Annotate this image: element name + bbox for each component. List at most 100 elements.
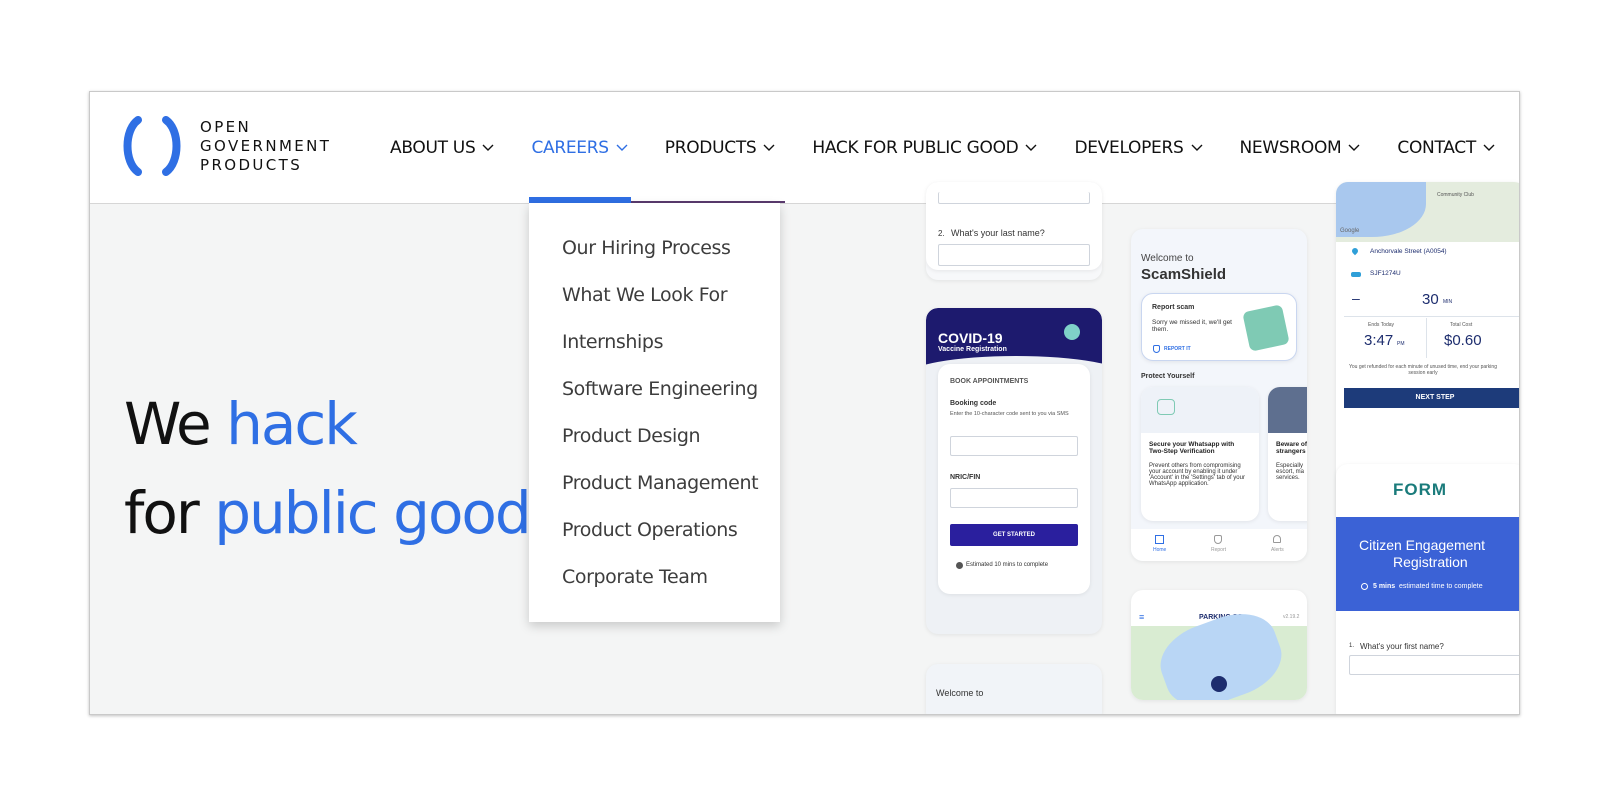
welcome-text: Welcome to — [936, 688, 984, 698]
scamshield-mockup: Welcome to ScamShield Report scam Sorry … — [1131, 229, 1307, 561]
duration-unit: MIN — [1443, 299, 1453, 305]
first-name-input[interactable] — [1349, 655, 1519, 675]
tab-report[interactable]: Report — [1211, 547, 1226, 553]
logo-line-1: OPEN — [200, 117, 252, 136]
nav-label: DEVELOPERS — [1074, 138, 1184, 158]
tab-alerts[interactable]: Alerts — [1271, 547, 1284, 553]
nav-contact[interactable]: CONTACT — [1397, 138, 1495, 158]
nav-newsroom[interactable]: NEWSROOM — [1240, 138, 1361, 158]
chevron-down-icon — [1191, 144, 1202, 151]
chevron-down-icon — [1025, 144, 1037, 151]
covid-mockup: COVID-19 Vaccine Registration BOOK APPOI… — [926, 308, 1102, 634]
tip-card-2[interactable]: Beware of strangers Especially escort, m… — [1268, 387, 1307, 521]
next-step-button[interactable]: NEXT STEP — [1344, 388, 1519, 408]
bottom-tab-bar: Home Report Alerts — [1131, 529, 1307, 561]
hero-headline: We hack for public good — [124, 380, 532, 558]
field-hint: Enter the 10-character code sent to you … — [950, 411, 1069, 417]
nav-label: HACK FOR PUBLIC GOOD — [812, 138, 1019, 158]
get-started-button[interactable]: GET STARTED — [950, 524, 1078, 546]
app-title: ScamShield — [1141, 266, 1227, 283]
logo-line-2: GOVERNMENT — [200, 136, 332, 155]
welcome-text: Welcome to — [1141, 253, 1194, 264]
question-number: 2. — [938, 229, 945, 238]
shield-icon — [1153, 345, 1160, 353]
nav-products[interactable]: PRODUCTS — [665, 138, 776, 158]
nav-label: CONTACT — [1397, 138, 1476, 158]
report-card[interactable]: Report scam Sorry we missed it, we'll ge… — [1141, 293, 1297, 361]
clock-icon — [1361, 583, 1368, 590]
dropdown-item-product-design[interactable]: Product Design — [529, 413, 780, 460]
report-link[interactable]: REPORT IT — [1164, 346, 1191, 352]
nav-label: PRODUCTS — [664, 138, 757, 158]
dropdown-item-product-operations[interactable]: Product Operations — [529, 507, 780, 554]
formsg-mockup: FORM Citizen Engagement Registration 5 m… — [1336, 464, 1519, 714]
booking-card: BOOK APPOINTMENTS Booking code Enter the… — [938, 364, 1090, 594]
app-version: v2.19.2 — [1283, 614, 1300, 620]
dropdown-item-what-we-look-for[interactable]: What We Look For — [529, 272, 780, 319]
home-icon — [1155, 535, 1164, 544]
dropdown-item-internships[interactable]: Internships — [529, 319, 780, 366]
covid-subtitle: Vaccine Registration — [938, 346, 1007, 353]
hero-highlight: public good — [214, 479, 532, 547]
bell-icon — [1273, 535, 1281, 543]
chevron-down-icon — [616, 144, 628, 151]
chevron-down-icon — [482, 144, 494, 151]
dropdown-item-our-hiring-process[interactable]: Our Hiring Process — [529, 225, 780, 272]
vehicle-number: SJF1274U — [1370, 270, 1401, 277]
nav-label: ABOUT US — [390, 138, 476, 158]
form-title-line2: Registration — [1393, 554, 1468, 570]
nav-label: CAREERS — [531, 138, 609, 158]
section-title: Protect Yourself — [1141, 373, 1195, 380]
map-label: Community Club — [1437, 192, 1474, 198]
question-number: 1. — [1349, 643, 1355, 649]
dropdown-item-software-engineering[interactable]: Software Engineering — [529, 366, 780, 413]
hero-line-1: We hack — [124, 380, 530, 469]
field-label: Booking code — [950, 400, 997, 407]
formsg-logo: FORM — [1393, 480, 1448, 499]
ogp-logo[interactable]: OPEN GOVERNMENT PRODUCTS — [120, 116, 331, 176]
section-title: BOOK APPOINTMENTS — [950, 378, 1029, 385]
tip-card[interactable]: Secure your Whatsapp with Two-Step Verif… — [1141, 387, 1259, 521]
nav-careers[interactable]: CAREERS — [531, 138, 628, 158]
tip-image — [1268, 387, 1307, 433]
dropdown-item-corporate-team[interactable]: Corporate Team — [529, 554, 780, 601]
car-marker-icon — [1211, 676, 1227, 692]
form-card: 2. What's your last name? — [926, 182, 1102, 270]
nav-about-us[interactable]: ABOUT US — [390, 138, 494, 158]
decrement-button[interactable]: – — [1352, 290, 1360, 306]
dropdown-item-product-management[interactable]: Product Management — [529, 460, 780, 507]
browser-viewport: OPEN GOVERNMENT PRODUCTS ABOUT US CAREER… — [89, 91, 1520, 715]
shield-icon — [1214, 535, 1222, 544]
site-header: OPEN GOVERNMENT PRODUCTS ABOUT US CAREER… — [90, 92, 1519, 204]
logo-wordmark: OPEN GOVERNMENT PRODUCTS — [200, 118, 331, 175]
mockup-bottom-stub: Welcome to — [926, 664, 1102, 714]
form-field — [938, 192, 1090, 204]
cost-label: Total Cost — [1450, 322, 1473, 328]
tip-body: Prevent others from compromising your ac… — [1149, 463, 1245, 487]
nav-label: NEWSROOM — [1239, 138, 1342, 158]
nav-hack-for-public-good[interactable]: HACK FOR PUBLIC GOOD — [812, 138, 1037, 158]
card-title: Report scam — [1152, 304, 1195, 311]
lock-icon — [1157, 399, 1175, 415]
nav-developers[interactable]: DEVELOPERS — [1074, 138, 1202, 158]
chevron-down-icon — [763, 144, 775, 151]
chevron-down-icon — [1348, 144, 1360, 151]
tip-title: Secure your Whatsapp with Two-Step Verif… — [1149, 441, 1235, 455]
question-label: What's your first name? — [1360, 642, 1444, 651]
chevron-down-icon — [1483, 144, 1495, 151]
ends-unit: PM — [1397, 341, 1405, 347]
duration-value: 30 — [1422, 291, 1439, 308]
time-estimate-rest: estimated time to complete — [1399, 583, 1483, 590]
parking-map-mockup: ≡ PARKING.SG v2.19.2 — [1131, 590, 1307, 700]
ends-label: Ends Today — [1368, 322, 1395, 328]
booking-code-input[interactable] — [950, 436, 1078, 456]
tab-home[interactable]: Home — [1153, 547, 1166, 553]
covid-title: COVID-19 — [938, 330, 1003, 346]
menu-icon[interactable]: ≡ — [1139, 612, 1144, 622]
refund-note: You get refunded for each minute of unus… — [1349, 364, 1497, 376]
form-title-line1: Citizen Engagement — [1359, 537, 1486, 553]
decor-dot — [1064, 324, 1080, 340]
location-text: Anchorvale Street (A0054) — [1370, 248, 1447, 255]
nric-input[interactable] — [950, 488, 1078, 508]
divider — [1344, 316, 1519, 317]
